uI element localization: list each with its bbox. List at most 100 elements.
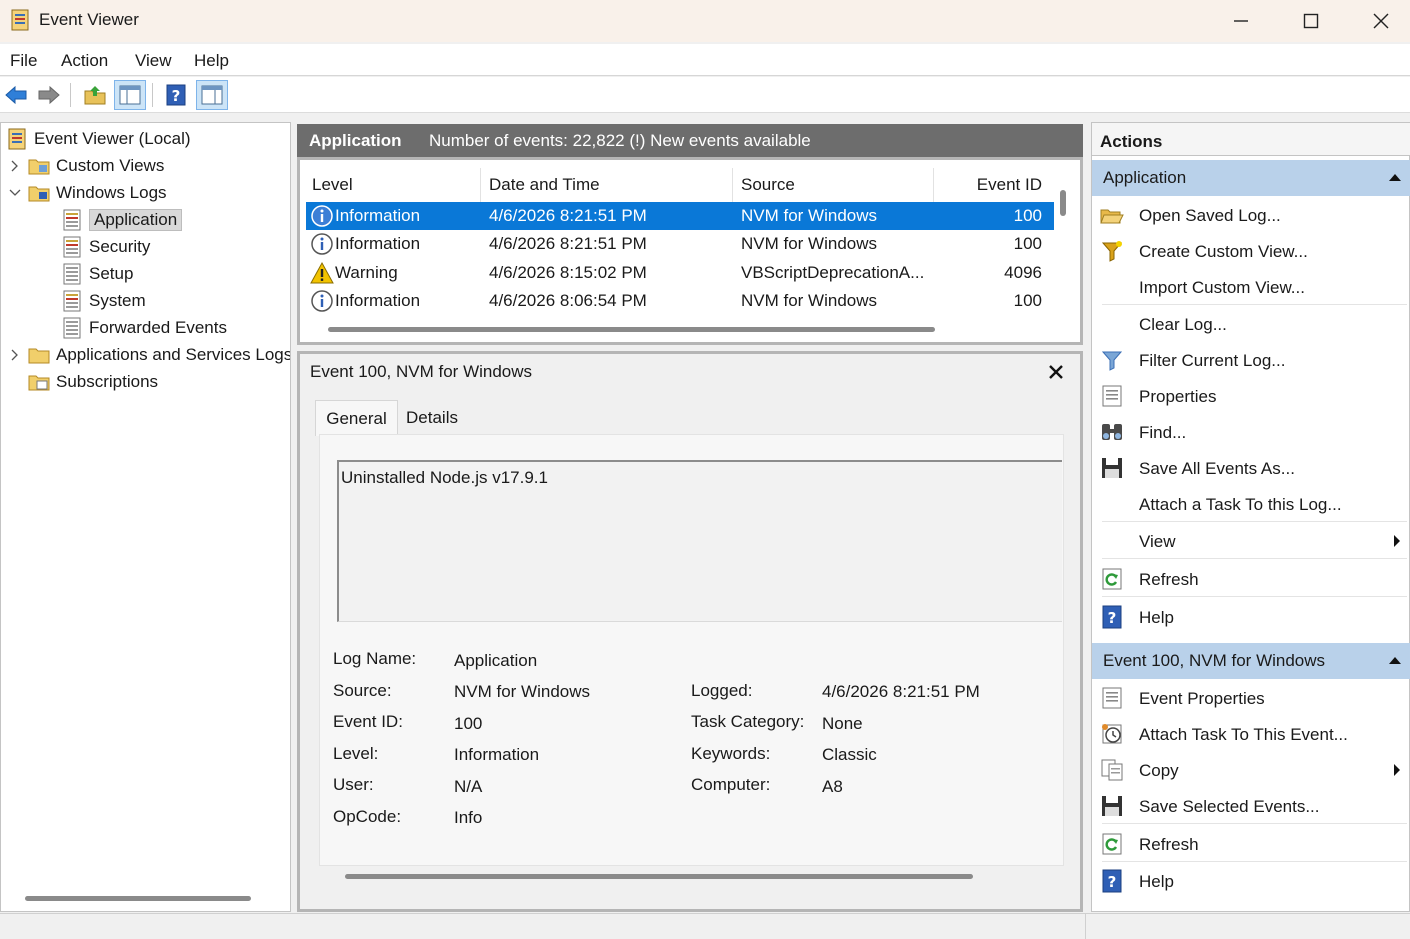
action-label: Properties	[1139, 387, 1217, 406]
table-row[interactable]: Information 4/6/2026 8:21:51 PM NVM for …	[306, 230, 1054, 258]
tree-item-system[interactable]: System	[61, 288, 146, 314]
tree-item-label: Windows Logs	[56, 183, 167, 202]
collapse-up-icon[interactable]	[1388, 171, 1402, 183]
close-icon[interactable]	[1044, 360, 1068, 384]
close-button[interactable]	[1346, 0, 1410, 42]
action-copy[interactable]: Copy	[1092, 752, 1410, 788]
action-refresh-event[interactable]: Refresh	[1092, 826, 1410, 862]
forward-button[interactable]	[33, 80, 65, 110]
tab-details[interactable]: Details	[398, 400, 466, 436]
tree-item-forwarded-events[interactable]: Forwarded Events	[61, 315, 227, 341]
minimize-button[interactable]	[1206, 0, 1276, 42]
tree-item-label: Subscriptions	[56, 372, 159, 391]
event-list-horizontal-scrollbar[interactable]	[328, 327, 935, 332]
keywords-label: Keywords:	[691, 744, 771, 763]
action-attach-task-to-event[interactable]: Attach Task To This Event...	[1092, 716, 1410, 752]
maximize-button[interactable]	[1276, 0, 1346, 42]
up-one-level-button[interactable]	[79, 80, 111, 110]
computer-value: A8	[822, 777, 843, 796]
computer-label: Computer:	[691, 775, 771, 794]
row-datetime: 4/6/2026 8:21:51 PM	[489, 206, 647, 225]
action-label: Refresh	[1139, 835, 1199, 854]
section-title: Application	[1103, 168, 1187, 187]
column-header-source[interactable]: Source	[741, 168, 931, 202]
opcode-label: OpCode:	[333, 807, 402, 826]
event-detail-title: Event 100, NVM for Windows	[310, 362, 533, 381]
tree-item-label: System	[89, 291, 146, 310]
clock-task-icon	[1102, 724, 1122, 744]
menu-bar: File Action View Help	[0, 44, 1410, 76]
tree-item-subscriptions[interactable]: Subscriptions	[28, 369, 158, 395]
event-message-box[interactable]: Uninstalled Node.js v17.9.1	[337, 460, 1062, 622]
show-hide-console-tree-button[interactable]	[114, 80, 146, 110]
action-find[interactable]: Find...	[1092, 414, 1410, 450]
action-view[interactable]: View	[1092, 523, 1410, 559]
tree-item-security[interactable]: Security	[61, 234, 150, 260]
table-row[interactable]: Warning 4/6/2026 8:15:02 PM VBScriptDepr…	[306, 259, 1054, 287]
tree-item-windows-logs[interactable]: Windows Logs	[8, 180, 167, 206]
tree-item-label: Security	[89, 237, 151, 256]
action-label: Filter Current Log...	[1139, 351, 1286, 370]
action-clear-log[interactable]: Clear Log...	[1092, 306, 1410, 342]
status-bar	[0, 913, 1410, 939]
action-save-selected-events[interactable]: Save Selected Events...	[1092, 788, 1410, 824]
tree-item-applications-and-services-logs[interactable]: Applications and Services Logs	[8, 342, 290, 368]
action-import-custom-view[interactable]: Import Custom View...	[1092, 269, 1410, 305]
chevron-right-icon[interactable]	[8, 348, 22, 362]
column-header-event-id[interactable]: Event ID	[940, 168, 1042, 202]
tree-horizontal-scrollbar[interactable]	[25, 896, 251, 901]
action-label: Copy	[1139, 761, 1179, 780]
event-list-vertical-scrollbar[interactable]	[1060, 190, 1066, 216]
tab-general[interactable]: General	[315, 400, 398, 436]
row-level: Information	[335, 291, 421, 310]
action-refresh[interactable]: Refresh	[1092, 561, 1410, 597]
menu-help[interactable]: Help	[194, 51, 229, 71]
log-icon	[63, 317, 81, 339]
tree-item-custom-views[interactable]: Custom Views	[8, 153, 164, 179]
table-row[interactable]: Information 4/6/2026 8:21:51 PM NVM for …	[306, 202, 1054, 230]
section-header-event[interactable]: Event 100, NVM for Windows	[1092, 643, 1410, 679]
keywords-value: Classic	[822, 745, 877, 764]
tree-item-setup[interactable]: Setup	[61, 261, 133, 287]
table-row[interactable]: Information 4/6/2026 8:06:54 PM NVM for …	[306, 287, 1054, 315]
tree-item-label: Forwarded Events	[89, 318, 227, 337]
section-header-application[interactable]: Application	[1092, 160, 1410, 196]
forward-arrow-icon	[38, 85, 60, 105]
action-help-event[interactable]: ? Help	[1092, 863, 1410, 899]
menu-action[interactable]: Action	[61, 51, 108, 71]
level-value: Information	[454, 745, 540, 764]
floppy-icon	[1102, 458, 1122, 478]
column-header-date-time[interactable]: Date and Time	[489, 168, 729, 202]
column-header-level[interactable]: Level	[312, 168, 482, 202]
menu-view[interactable]: View	[135, 51, 172, 71]
show-hide-action-pane-button[interactable]	[196, 80, 228, 110]
action-save-all-events-as[interactable]: Save All Events As...	[1092, 450, 1410, 486]
actions-title: Actions	[1100, 132, 1163, 151]
tree-item-application[interactable]: Application	[61, 207, 183, 233]
action-filter-current-log[interactable]: Filter Current Log...	[1092, 342, 1410, 378]
action-help[interactable]: ? Help	[1092, 599, 1410, 635]
action-label: Refresh	[1139, 570, 1199, 589]
back-button[interactable]	[0, 80, 32, 110]
action-properties[interactable]: Properties	[1092, 378, 1410, 414]
row-event-id: 100	[1013, 291, 1042, 310]
folder-icon	[28, 348, 50, 364]
tree-item-event-viewer-local[interactable]: Event Viewer (Local)	[6, 126, 191, 152]
chevron-down-icon[interactable]	[8, 186, 22, 200]
action-create-custom-view[interactable]: Create Custom View...	[1092, 233, 1410, 269]
action-attach-task-to-log[interactable]: Attach a Task To this Log...	[1092, 486, 1410, 522]
help-toolbar-button[interactable]: ?	[160, 80, 192, 110]
column-divider[interactable]	[933, 168, 934, 202]
action-event-properties[interactable]: Event Properties	[1092, 680, 1410, 716]
column-divider[interactable]	[480, 168, 481, 202]
subscriptions-icon	[28, 375, 50, 391]
chevron-right-icon[interactable]	[8, 159, 22, 173]
detail-horizontal-scrollbar[interactable]	[345, 874, 973, 879]
menu-file[interactable]: File	[10, 51, 37, 71]
funnel-star-icon	[1101, 241, 1123, 262]
column-divider[interactable]	[732, 168, 733, 202]
action-open-saved-log[interactable]: Open Saved Log...	[1092, 197, 1410, 233]
collapse-up-icon[interactable]	[1388, 654, 1402, 666]
row-event-id: 100	[1013, 206, 1042, 225]
log-icon	[63, 263, 81, 285]
